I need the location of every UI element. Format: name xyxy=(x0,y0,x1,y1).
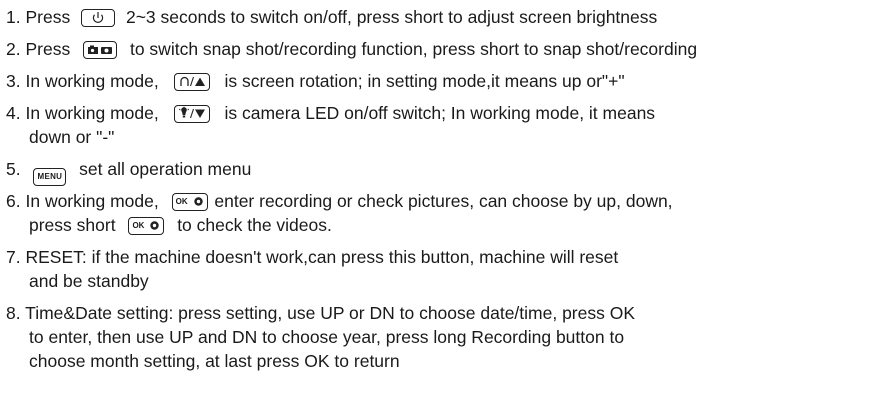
camera-video-icon xyxy=(83,41,118,59)
rotate-up-icon xyxy=(173,73,210,91)
instruction-text: is camera LED on/off switch; In working … xyxy=(224,103,656,123)
instruction-number: 5. xyxy=(6,159,21,179)
instruction-text: press short xyxy=(29,215,116,235)
instruction-4-continued: down or "-" xyxy=(29,126,114,148)
instruction-6: 6. In working mode, OK enter recording o… xyxy=(6,190,673,212)
led-down-icon xyxy=(173,105,210,123)
ok-icon-label: OK xyxy=(175,197,188,206)
instruction-7-continued: and be standby xyxy=(29,270,149,292)
instruction-5: 5. MENU set all operation menu xyxy=(6,158,251,186)
ok-icon-label: OK xyxy=(132,221,145,230)
instruction-7: 7. RESET: if the machine doesn't work,ca… xyxy=(6,246,618,268)
instruction-number: 1. xyxy=(6,7,21,27)
instruction-text: enter recording or check pictures, can c… xyxy=(214,191,673,211)
menu-icon: MENU xyxy=(33,168,67,186)
instruction-number: 6. xyxy=(6,191,21,211)
menu-icon-label: MENU xyxy=(37,172,63,181)
instruction-text: Press xyxy=(25,39,71,59)
instruction-text: to switch snap shot/recording function, … xyxy=(129,39,698,59)
ok-icon: OK xyxy=(128,217,165,235)
instruction-number: 2. xyxy=(6,39,21,59)
instruction-text: set all operation menu xyxy=(79,159,252,179)
instruction-text: to check the videos. xyxy=(177,215,332,235)
instruction-text: In working mode, xyxy=(25,191,159,211)
instruction-text: In working mode, xyxy=(25,103,159,123)
instruction-text: and be standby xyxy=(29,271,149,291)
instruction-text: choose month setting, at last press OK t… xyxy=(29,351,400,371)
instruction-text: 2~3 seconds to switch on/off, press shor… xyxy=(125,7,658,27)
instruction-number: 3. xyxy=(6,71,21,91)
instruction-number: 8. xyxy=(6,303,21,323)
instruction-6-continued: press short OK to check the videos. xyxy=(29,214,332,236)
instruction-number: 7. xyxy=(6,247,21,267)
instruction-text: is screen rotation; in setting mode,it m… xyxy=(224,71,625,91)
instruction-8-continued: to enter, then use UP and DN to choose y… xyxy=(29,326,624,348)
instruction-number: 4. xyxy=(6,103,21,123)
instruction-text: down or "-" xyxy=(29,127,115,147)
instruction-3: 3. In working mode, is screen rotation; … xyxy=(6,70,625,92)
instruction-4: 4. In working mode, is camera LED on/off… xyxy=(6,102,655,124)
instruction-8: 8. Time&Date setting: press setting, use… xyxy=(6,302,635,324)
ok-icon: OK xyxy=(171,193,208,211)
instruction-text: Press xyxy=(25,7,71,27)
instruction-1: 1. Press 2~3 seconds to switch on/off, p… xyxy=(6,6,657,28)
instruction-text: In working mode, xyxy=(25,71,159,91)
instruction-8-continued: choose month setting, at last press OK t… xyxy=(29,350,400,372)
instruction-text: Time&Date setting: press setting, use UP… xyxy=(25,303,636,323)
instruction-2: 2. Press to switch snap shot/recording f… xyxy=(6,38,697,60)
instruction-text: RESET: if the machine doesn't work,can p… xyxy=(25,247,619,267)
power-icon xyxy=(81,9,116,27)
instruction-text: to enter, then use UP and DN to choose y… xyxy=(29,327,625,347)
